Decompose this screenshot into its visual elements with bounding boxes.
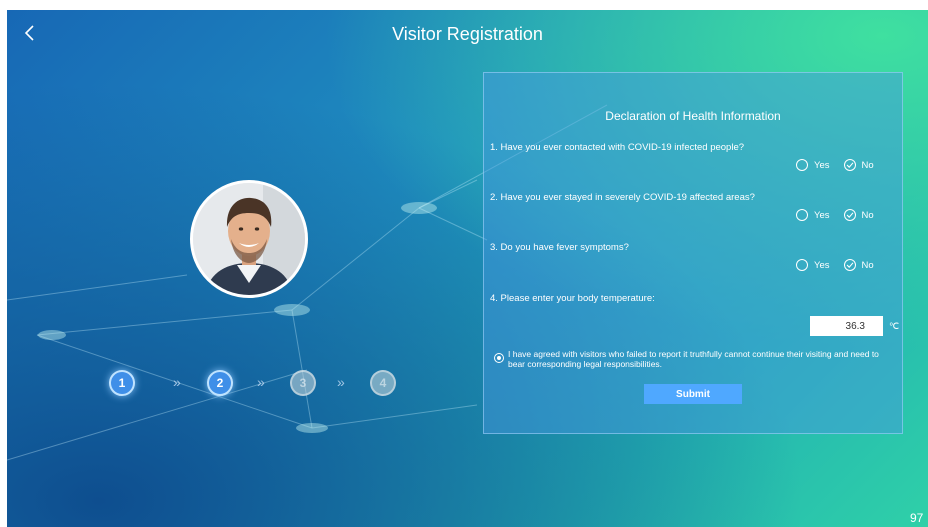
question-3-options: Yes No <box>796 259 888 271</box>
page-title: Visitor Registration <box>392 24 543 44</box>
step-1: 1 <box>109 370 135 396</box>
temperature-question: 4. Please enter your body temperature: <box>490 293 655 304</box>
question-2: 2. Have you ever stayed in severely COVI… <box>490 192 755 203</box>
radio-unchecked-icon <box>796 209 808 221</box>
temperature-input[interactable] <box>810 316 883 336</box>
step-separator: » <box>337 374 345 390</box>
step-2: 2 <box>207 370 233 396</box>
step-separator: » <box>257 374 265 390</box>
question-2-options: Yes No <box>796 209 888 221</box>
visitor-photo <box>193 183 305 295</box>
step-4: 4 <box>370 370 396 396</box>
radio-checked-icon <box>494 353 504 363</box>
q3-no-option[interactable]: No <box>843 259 874 271</box>
option-label: Yes <box>814 259 830 271</box>
radio-checked-icon <box>843 209 856 221</box>
q2-yes-option[interactable]: Yes <box>796 209 830 221</box>
radio-checked-icon <box>843 259 856 271</box>
top-bar: Visitor Registration <box>7 10 928 60</box>
agreement-row[interactable]: I have agreed with visitors who failed t… <box>494 349 894 369</box>
health-declaration-panel: Declaration of Health Information 1. Hav… <box>483 72 903 434</box>
option-label: Yes <box>814 159 830 171</box>
visitor-avatar <box>190 180 308 298</box>
agreement-text: I have agreed with visitors who failed t… <box>508 349 879 369</box>
q1-yes-option[interactable]: Yes <box>796 159 830 171</box>
option-label: No <box>861 159 874 171</box>
step-3: 3 <box>290 370 316 396</box>
option-label: Yes <box>814 209 830 221</box>
q1-no-option[interactable]: No <box>843 159 874 171</box>
radio-unchecked-icon <box>796 259 808 271</box>
app-screen: Visitor Registration 1 » 2 » 3 » 4 Decla… <box>7 10 928 527</box>
temperature-unit: ℃ <box>889 320 900 331</box>
corner-number: 97 <box>910 511 924 525</box>
radio-unchecked-icon <box>796 159 808 171</box>
radio-checked-icon <box>843 159 856 171</box>
option-label: No <box>861 209 874 221</box>
q3-yes-option[interactable]: Yes <box>796 259 830 271</box>
question-3: 3. Do you have fever symptoms? <box>490 242 629 253</box>
step-separator: » <box>173 374 181 390</box>
option-label: No <box>861 259 874 271</box>
question-1-options: Yes No <box>796 159 888 171</box>
registration-steps: 1 » 2 » 3 » 4 <box>107 368 407 398</box>
temperature-row: ℃ <box>810 316 899 336</box>
panel-title: Declaration of Health Information <box>605 109 781 123</box>
question-1: 1. Have you ever contacted with COVID-19… <box>490 142 745 153</box>
q2-no-option[interactable]: No <box>843 209 874 221</box>
submit-button[interactable]: Submit <box>644 384 742 404</box>
